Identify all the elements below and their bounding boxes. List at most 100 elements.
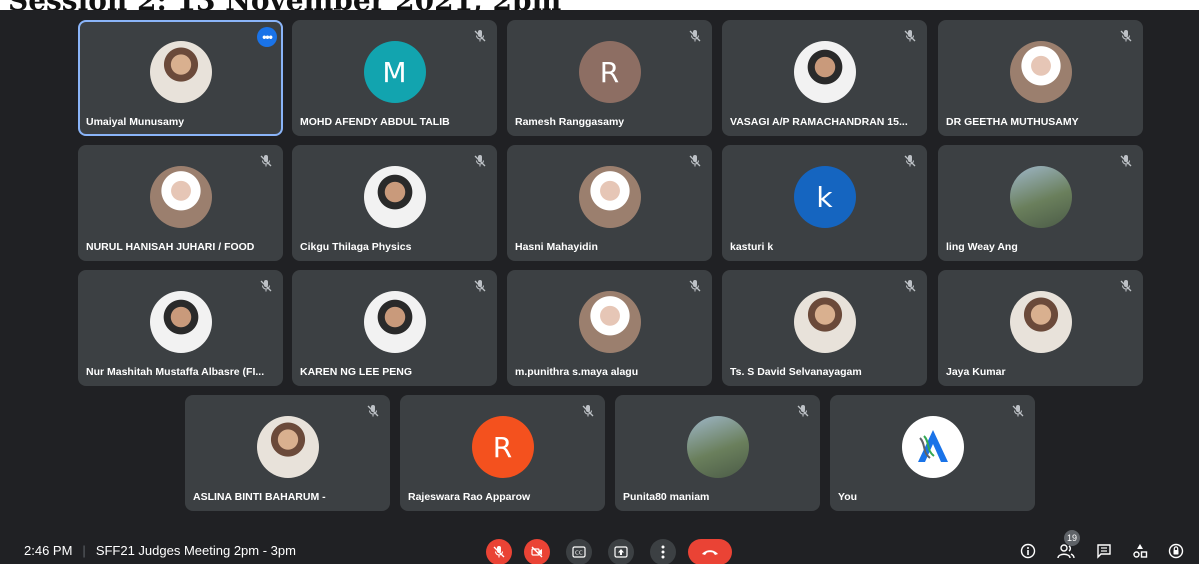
camera-off-icon (531, 546, 543, 558)
participant-name: Ts. S David Selvanayagam (730, 366, 862, 378)
avatar (149, 41, 212, 103)
clock: 2:46 PM (24, 543, 73, 558)
participant-name: VASAGI A/P RAMACHANDRAN 15... (730, 116, 908, 128)
participant-tile[interactable]: Ts. S David Selvanayagam (722, 270, 927, 386)
mic-off-icon (474, 155, 486, 167)
participant-name: Umaiyal Munusamy (86, 116, 185, 128)
activities-icon (1133, 544, 1148, 558)
present-button[interactable] (608, 539, 634, 564)
avatar: R (578, 41, 641, 103)
avatar (256, 416, 319, 478)
participant-name: MOHD AFENDY ABDUL TALIB (300, 116, 450, 128)
participant-name: KAREN NG LEE PENG (300, 366, 413, 378)
avatar (686, 416, 749, 478)
avatar (1009, 291, 1072, 353)
participant-tile[interactable]: Punita80 maniam (615, 395, 820, 511)
participant-count-badge: 19 (1064, 530, 1080, 546)
avatar: k (793, 166, 856, 228)
mic-off-icon (260, 155, 272, 167)
bottom-bar: 2:46 PM | SFF21 Judges Meeting 2pm - 3pm C… (0, 527, 1199, 564)
info-icon (1020, 543, 1036, 559)
participant-name: m.punithra s.maya alagu (515, 366, 639, 378)
participant-name: kasturi k (730, 241, 774, 253)
participant-tile[interactable]: M MOHD AFENDY ABDUL TALIB (292, 20, 497, 136)
participant-tile[interactable]: DR GEETHA MUTHUSAMY (938, 20, 1143, 136)
participant-name: DR GEETHA MUTHUSAMY (946, 116, 1079, 128)
mic-off-icon (1120, 155, 1132, 167)
avatar (363, 166, 426, 228)
organization-logo-icon (917, 430, 948, 462)
avatar: R (471, 416, 534, 478)
avatar (578, 291, 641, 353)
svg-text:CC: CC (575, 551, 583, 557)
mic-off-icon (797, 405, 809, 417)
chat-button[interactable] (1092, 539, 1116, 563)
meet-window: ••• Umaiyal Munusamy M MOHD AFENDY ABDUL… (0, 10, 1199, 564)
present-icon (614, 546, 628, 558)
participant-name: Punita80 maniam (623, 491, 710, 503)
participant-tile[interactable]: Hasni Mahayidin (507, 145, 712, 261)
participant-name: Nur Mashitah Mustaffa Albasre (FI... (86, 366, 265, 378)
participant-name: Ramesh Ranggasamy (515, 116, 625, 128)
mic-off-icon (474, 30, 486, 42)
mic-off-icon (1120, 280, 1132, 292)
participant-name: NURUL HANISAH JUHARI / FOOD (86, 241, 255, 253)
more-options-button[interactable] (650, 539, 676, 564)
participant-name: Jaya Kumar (946, 366, 1006, 378)
people-button[interactable]: 19 (1054, 530, 1080, 563)
chat-icon (1097, 544, 1111, 559)
avatar (578, 166, 641, 228)
captions-button[interactable]: CC (566, 539, 592, 564)
more-options-icon[interactable]: ••• (257, 27, 277, 47)
mic-off-icon (582, 405, 594, 417)
participant-tile[interactable]: ASLINA BINTI BAHARUM - (185, 395, 390, 511)
mic-off-icon (1120, 30, 1132, 42)
mic-off-icon (904, 155, 916, 167)
meeting-info: 2:46 PM | SFF21 Judges Meeting 2pm - 3pm (24, 543, 296, 558)
participant-tile[interactable]: m.punithra s.maya alagu (507, 270, 712, 386)
participant-tile[interactable]: Jaya Kumar (938, 270, 1143, 386)
participant-tile[interactable]: ••• Umaiyal Munusamy (78, 20, 283, 136)
avatar (149, 166, 212, 228)
mic-off-icon (689, 30, 701, 42)
participant-name: Hasni Mahayidin (515, 241, 598, 253)
avatar: M (363, 41, 426, 103)
right-toolbar: 19 (1016, 530, 1188, 564)
participant-name: You (838, 491, 858, 503)
participant-tile[interactable]: Cikgu Thilaga Physics (292, 145, 497, 261)
participant-name: ASLINA BINTI BAHARUM - (193, 491, 326, 503)
participant-name: Rajeswara Rao Apparow (408, 491, 531, 503)
participant-tile[interactable]: R Rajeswara Rao Apparow (400, 395, 605, 511)
meeting-title: SFF21 Judges Meeting 2pm - 3pm (95, 543, 296, 558)
avatar (1009, 166, 1072, 228)
participant-tile[interactable]: ling Weay Ang (938, 145, 1143, 261)
mic-off-icon (1012, 405, 1024, 417)
participant-tile[interactable]: k kasturi k (722, 145, 927, 261)
host-controls-icon (1168, 543, 1184, 559)
end-call-button[interactable] (688, 539, 732, 564)
mic-toggle-button[interactable] (486, 539, 512, 564)
host-controls-button[interactable] (1164, 539, 1188, 563)
participant-name: ling Weay Ang (946, 241, 1018, 253)
participant-tile[interactable]: KAREN NG LEE PENG (292, 270, 497, 386)
avatar (363, 291, 426, 353)
mic-off-icon (260, 280, 272, 292)
activities-button[interactable] (1128, 539, 1152, 563)
avatar (149, 291, 212, 353)
participant-name: Cikgu Thilaga Physics (300, 241, 412, 253)
mic-off-icon (904, 30, 916, 42)
avatar (901, 416, 964, 478)
participant-tile[interactable]: R Ramesh Ranggasamy (507, 20, 712, 136)
divider: | (82, 543, 86, 558)
participant-tile[interactable]: You (830, 395, 1035, 511)
participant-tile[interactable]: Nur Mashitah Mustaffa Albasre (FI... (78, 270, 283, 386)
mic-off-icon (367, 405, 379, 417)
mic-off-icon (493, 546, 505, 558)
mic-off-icon (689, 155, 701, 167)
participant-tile[interactable]: NURUL HANISAH JUHARI / FOOD (78, 145, 283, 261)
captions-icon: CC (572, 546, 586, 558)
participant-tile[interactable]: VASAGI A/P RAMACHANDRAN 15... (722, 20, 927, 136)
mic-off-icon (474, 280, 486, 292)
camera-toggle-button[interactable] (524, 539, 550, 564)
meeting-details-button[interactable] (1016, 539, 1040, 563)
